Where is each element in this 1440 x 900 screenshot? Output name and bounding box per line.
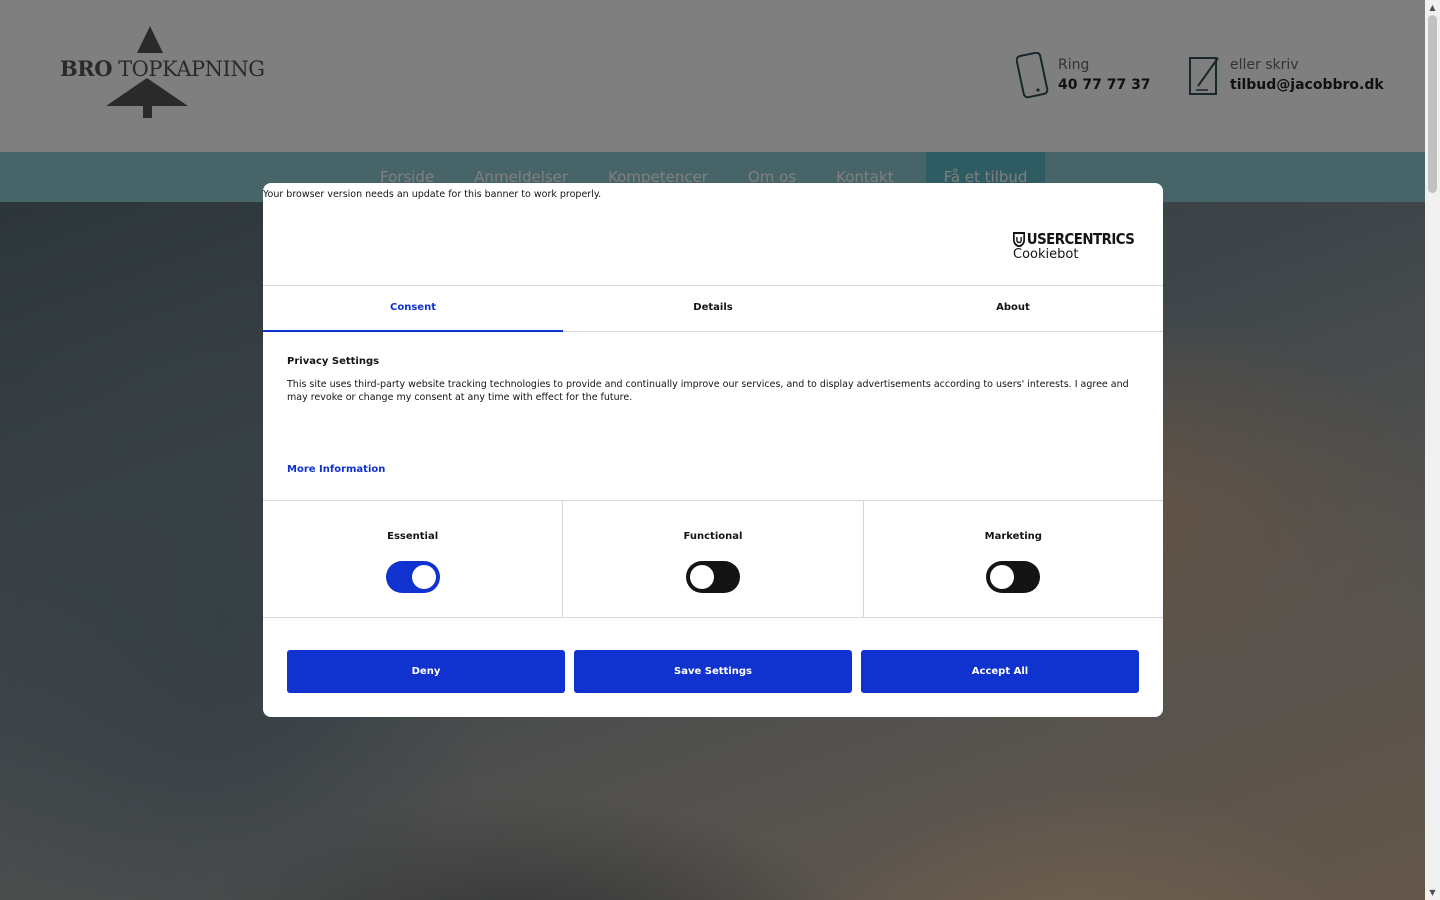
privacy-text: This site uses third-party website track… (287, 379, 1129, 403)
scroll-up-arrow-icon[interactable]: ▲ (1425, 0, 1440, 15)
consent-tabs: Consent Details About (263, 285, 1163, 332)
category-label: Functional (683, 531, 743, 542)
marketing-toggle[interactable] (986, 561, 1041, 593)
usercentrics-shield-icon (1013, 231, 1026, 247)
browser-update-notice: Your browser version needs an update for… (263, 189, 602, 200)
cookiebot-brand[interactable]: USERCENTRICS Cookiebot (1013, 230, 1154, 262)
privacy-title: Privacy Settings (287, 356, 380, 367)
deny-button[interactable]: Deny (287, 650, 565, 693)
page-scrollbar[interactable]: ▲ ▼ (1425, 0, 1440, 900)
tab-details[interactable]: Details (563, 286, 863, 331)
consent-categories: Essential Functional Marketing (263, 500, 1163, 618)
category-functional: Functional (563, 501, 864, 617)
consent-buttons: Deny Save Settings Accept All (287, 650, 1139, 693)
category-label: Essential (387, 531, 439, 542)
category-marketing: Marketing (864, 501, 1163, 617)
cookie-consent-dialog: Your browser version needs an update for… (263, 183, 1163, 717)
toggle-knob (990, 565, 1015, 589)
scroll-down-arrow-icon[interactable]: ▼ (1425, 885, 1440, 900)
toggle-knob (689, 565, 714, 589)
brand-product: Cookiebot (1013, 247, 1079, 262)
privacy-section: Privacy Settings This site uses third-pa… (287, 356, 1137, 404)
save-settings-button[interactable]: Save Settings (574, 650, 852, 693)
functional-toggle[interactable] (685, 561, 740, 593)
accept-all-button[interactable]: Accept All (861, 650, 1139, 693)
tab-about[interactable]: About (863, 286, 1163, 331)
category-essential: Essential (263, 501, 564, 617)
toggle-knob (411, 565, 436, 589)
brand-name: USERCENTRICS (1026, 230, 1135, 248)
more-information-link[interactable]: More Information (287, 464, 385, 475)
essential-toggle[interactable] (385, 561, 440, 593)
category-label: Marketing (984, 531, 1042, 542)
tab-consent[interactable]: Consent (263, 286, 563, 332)
scroll-thumb[interactable] (1428, 15, 1437, 193)
